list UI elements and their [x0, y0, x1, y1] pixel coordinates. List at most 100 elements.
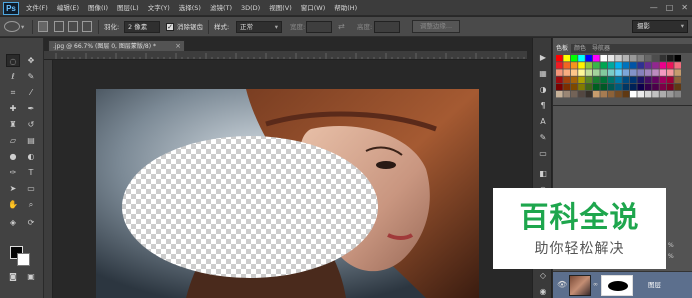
color-swatch[interactable]	[630, 91, 637, 98]
menu-3d[interactable]: 3D(D)	[241, 0, 260, 16]
color-swatch[interactable]	[578, 69, 585, 76]
color-swatch[interactable]	[615, 76, 622, 83]
color-swatch[interactable]	[593, 55, 600, 62]
add-selection-icon[interactable]	[54, 21, 64, 32]
tab-swatches[interactable]: 色板	[553, 44, 572, 53]
color-swatch[interactable]	[637, 76, 644, 83]
height-input[interactable]	[374, 21, 400, 33]
quick-mask-icon[interactable]: ◙	[6, 270, 20, 283]
color-swatch[interactable]	[667, 76, 674, 83]
color-swatch[interactable]	[585, 91, 593, 98]
color-swatch[interactable]	[674, 83, 681, 91]
color-swatch[interactable]	[622, 55, 630, 62]
menu-edit[interactable]: 编辑(E)	[57, 0, 79, 16]
document-tab[interactable]: .jpg @ 66.7% (图层 0, 图层蒙版/8) * ×	[48, 40, 185, 51]
color-swatch[interactable]	[556, 91, 563, 98]
color-swatch[interactable]	[563, 55, 570, 62]
eye-icon[interactable]: 👁	[557, 280, 567, 289]
color-swatch[interactable]	[600, 62, 607, 69]
color-swatch[interactable]	[615, 55, 622, 62]
eraser-tool-icon[interactable]: ▱	[6, 134, 20, 147]
adjustments-icon[interactable]: ◑	[536, 84, 550, 96]
color-swatch[interactable]	[652, 55, 659, 62]
color-swatch[interactable]	[644, 83, 652, 91]
shape-tool-icon[interactable]: ▭	[24, 182, 38, 195]
close-icon[interactable]: ✕	[681, 2, 688, 14]
color-swatch[interactable]	[563, 69, 570, 76]
color-swatch[interactable]	[637, 69, 644, 76]
elliptical-marquee-icon[interactable]	[4, 21, 20, 32]
color-swatch[interactable]	[570, 69, 578, 76]
color-swatch[interactable]	[667, 62, 674, 69]
color-swatch[interactable]	[607, 62, 615, 69]
color-swatch[interactable]	[607, 83, 615, 91]
color-swatch[interactable]	[667, 91, 674, 98]
blur-tool-icon[interactable]: ●	[6, 150, 20, 163]
color-swatch[interactable]	[585, 76, 593, 83]
menu-help[interactable]: 帮助(H)	[334, 0, 357, 16]
minimize-icon[interactable]: —	[650, 2, 658, 14]
layers-icon[interactable]: ◧	[536, 168, 550, 180]
color-swatch[interactable]	[630, 69, 637, 76]
color-swatch[interactable]	[593, 83, 600, 91]
screen-mode-icon[interactable]: ▣	[24, 270, 38, 283]
eyedropper-tool-icon[interactable]: ⁄	[24, 86, 38, 99]
color-swatch[interactable]	[578, 76, 585, 83]
color-swatch[interactable]	[644, 55, 652, 62]
feather-input[interactable]: 2 像素	[124, 21, 160, 33]
layer-name[interactable]: 图层	[648, 272, 661, 298]
color-swatch[interactable]	[556, 62, 563, 69]
menu-filter[interactable]: 滤镜(T)	[210, 0, 232, 16]
color-swatch[interactable]	[667, 83, 674, 91]
menu-type[interactable]: 文字(Y)	[148, 0, 170, 16]
canvas[interactable]	[96, 89, 479, 298]
color-swatch[interactable]	[570, 55, 578, 62]
color-swatch[interactable]	[659, 55, 667, 62]
color-swatch[interactable]	[585, 83, 593, 91]
color-swatch[interactable]	[630, 55, 637, 62]
color-swatch[interactable]	[637, 91, 644, 98]
color-swatch[interactable]	[563, 83, 570, 91]
color-swatch[interactable]	[652, 62, 659, 69]
tool-preset-chevron-icon[interactable]: ▾	[21, 17, 24, 37]
color-swatch[interactable]	[563, 62, 570, 69]
color-swatch[interactable]	[585, 69, 593, 76]
color-swatch[interactable]	[622, 62, 630, 69]
color-swatch[interactable]	[637, 62, 644, 69]
color-swatch[interactable]	[570, 91, 578, 98]
pen-tool-icon[interactable]: ✑	[6, 166, 20, 179]
color-swatch[interactable]	[556, 55, 563, 62]
color-swatch[interactable]	[578, 91, 585, 98]
color-swatch[interactable]	[667, 69, 674, 76]
color-swatch[interactable]	[593, 91, 600, 98]
antialias-checkbox[interactable]: ✓	[166, 23, 174, 31]
lasso-tool-icon[interactable]: ℓ	[6, 70, 20, 83]
color-swatch[interactable]	[667, 55, 674, 62]
history-icon[interactable]: ▦	[536, 68, 550, 80]
color-swatch[interactable]	[644, 62, 652, 69]
color-swatch[interactable]	[578, 55, 585, 62]
color-swatch[interactable]	[674, 62, 681, 69]
color-swatch[interactable]	[659, 91, 667, 98]
color-swatch[interactable]	[615, 83, 622, 91]
color-swatch[interactable]	[593, 76, 600, 83]
menu-window[interactable]: 窗口(W)	[301, 0, 326, 16]
color-swatch[interactable]	[563, 76, 570, 83]
menu-view[interactable]: 视图(V)	[269, 0, 292, 16]
brush-tool-icon[interactable]: ✒	[24, 102, 38, 115]
color-swatch[interactable]	[556, 69, 563, 76]
color-swatch[interactable]	[607, 55, 615, 62]
color-swatch[interactable]	[644, 69, 652, 76]
color-swatch[interactable]	[674, 69, 681, 76]
maximize-icon[interactable]: □	[666, 2, 674, 14]
menu-file[interactable]: 文件(F)	[26, 0, 48, 16]
clone-stamp-tool-icon[interactable]: ♜	[6, 118, 20, 131]
menu-image[interactable]: 图像(I)	[88, 0, 108, 16]
background-color-swatch[interactable]	[17, 253, 30, 266]
color-swatch[interactable]	[578, 83, 585, 91]
new-selection-icon[interactable]	[38, 21, 48, 32]
intersect-selection-icon[interactable]	[82, 21, 92, 32]
crop-tool-icon[interactable]: ⌗	[6, 86, 20, 99]
color-swatch[interactable]	[637, 83, 644, 91]
path-selection-tool-icon[interactable]: ➤	[6, 182, 20, 195]
